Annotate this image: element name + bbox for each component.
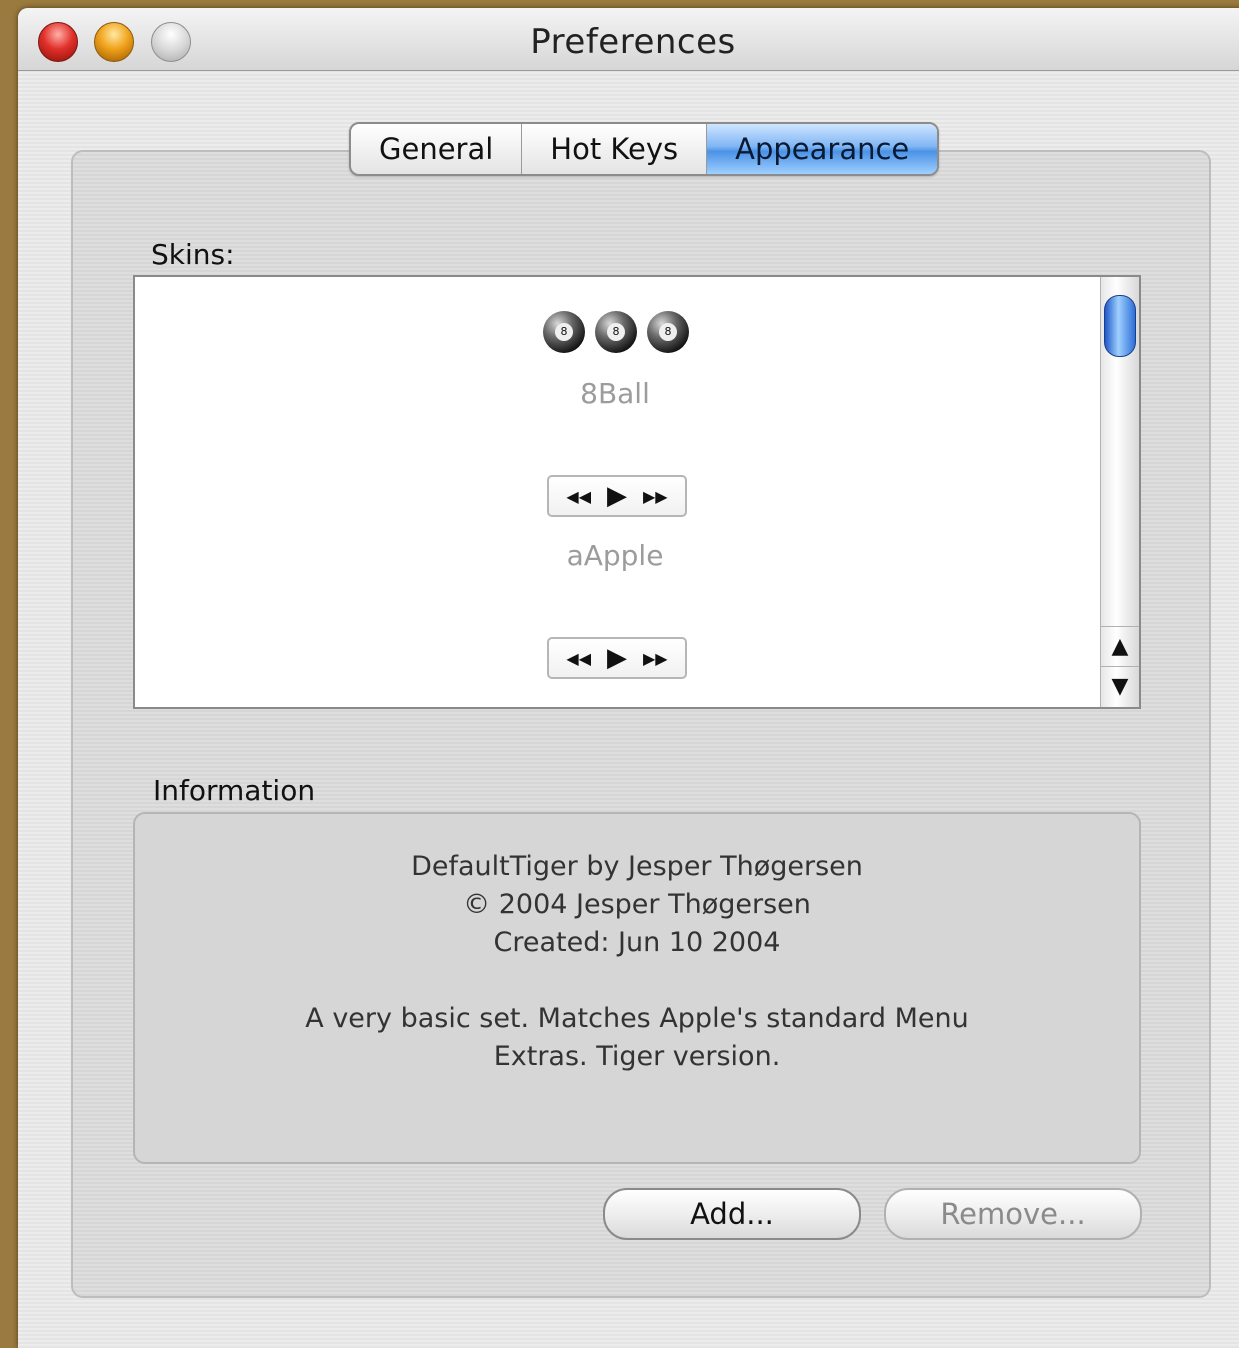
scroll-up-arrow-icon[interactable]: ▲ — [1101, 626, 1139, 667]
fast-forward-icon: ▶▶ — [643, 648, 668, 668]
preferences-window: Preferences General Hot Keys Appearance … — [18, 8, 1239, 1348]
scroll-down-arrow-icon[interactable]: ▼ — [1101, 666, 1139, 707]
skin-name-8ball[interactable]: 8Ball — [135, 377, 1095, 410]
vertical-scrollbar[interactable]: ▲ ▼ — [1100, 277, 1139, 707]
window-title: Preferences — [530, 22, 736, 62]
8ball-icon: 8 — [647, 311, 689, 353]
skins-list[interactable]: 8 8 8 8Ball ◀◀ ▶ ▶▶ aApple ◀◀ ▶ ▶▶ ▲ ▼ — [133, 275, 1141, 709]
media-controls-icon[interactable]: ◀◀ ▶ ▶▶ — [547, 475, 687, 517]
info-title: DefaultTiger by Jesper Thøgersen — [411, 851, 863, 882]
8ball-icon: 8 — [595, 311, 637, 353]
title-bar[interactable]: Preferences — [18, 8, 1239, 71]
info-description-line2: Extras. Tiger version. — [493, 1041, 781, 1072]
skins-label: Skins: — [151, 238, 235, 271]
skin-preview-8ball[interactable]: 8 8 8 — [543, 311, 689, 353]
information-panel: DefaultTiger by Jesper Thøgersen © 2004 … — [133, 812, 1141, 1164]
info-copyright: © 2004 Jesper Thøgersen — [463, 889, 811, 920]
tab-hot-keys[interactable]: Hot Keys — [522, 124, 708, 174]
remove-button[interactable]: Remove... — [884, 1188, 1142, 1240]
rewind-icon: ◀◀ — [566, 648, 591, 668]
rewind-icon: ◀◀ — [566, 486, 591, 506]
info-created: Created: Jun 10 2004 — [493, 927, 781, 958]
scroll-thumb[interactable] — [1104, 295, 1136, 357]
media-controls-icon[interactable]: ◀◀ ▶ ▶▶ — [547, 637, 687, 679]
info-description-line1: A very basic set. Matches Apple's standa… — [305, 1003, 969, 1034]
add-button[interactable]: Add... — [603, 1188, 861, 1240]
fast-forward-icon: ▶▶ — [643, 486, 668, 506]
tab-general[interactable]: General — [351, 124, 523, 174]
play-icon: ▶ — [607, 481, 627, 511]
tab-appearance[interactable]: Appearance — [707, 124, 938, 174]
tab-bar: General Hot Keys Appearance — [349, 122, 940, 176]
play-icon: ▶ — [607, 643, 627, 673]
information-label: Information — [153, 774, 316, 807]
8ball-icon: 8 — [543, 311, 585, 353]
skin-name-aapple[interactable]: aApple — [135, 539, 1095, 572]
